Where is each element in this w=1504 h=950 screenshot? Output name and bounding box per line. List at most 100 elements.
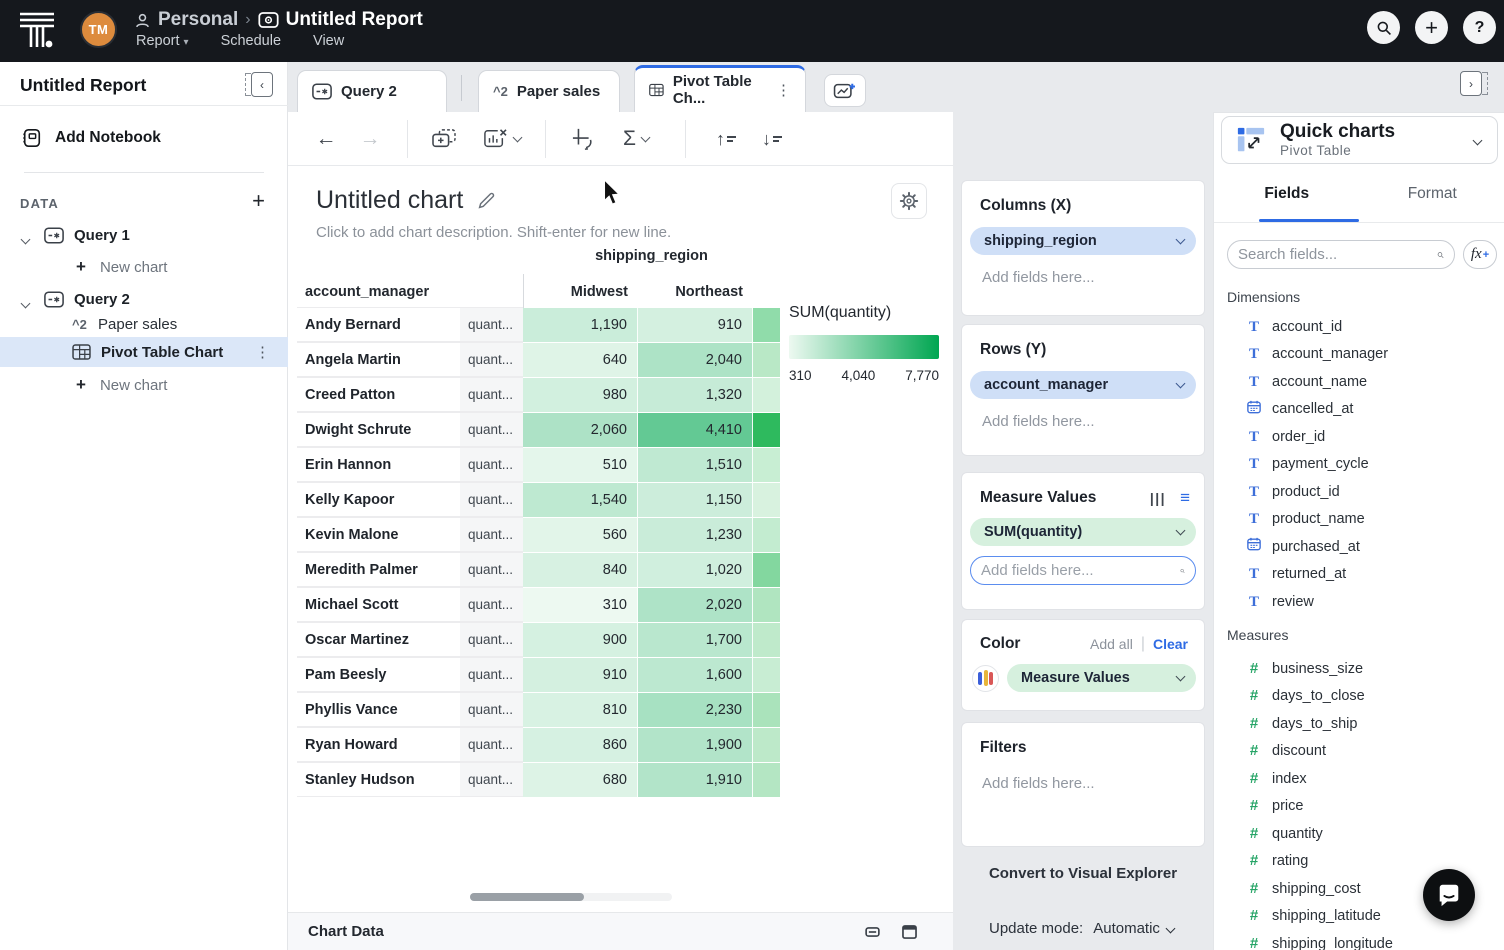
sidebar-item-new-chart[interactable]: + New chart <box>0 370 288 400</box>
heat-cell[interactable]: 840 <box>523 553 638 588</box>
field-item-payment_cycle[interactable]: Tpayment_cycle <box>1214 451 1504 479</box>
field-item-days_to_ship[interactable]: #days_to_ship <box>1214 710 1504 738</box>
measure-label[interactable]: quant... <box>460 482 523 517</box>
sort-ascending-button[interactable]: ↑ <box>704 112 748 166</box>
measure-label[interactable]: quant... <box>460 657 523 692</box>
row-label[interactable]: Creed Patton <box>297 377 460 412</box>
heat-cell-partial[interactable] <box>753 553 780 588</box>
heat-cell[interactable]: 1,900 <box>638 728 753 763</box>
quick-charts-selector[interactable]: Quick charts Pivot Table <box>1221 116 1498 164</box>
columns-pill-shipping-region[interactable]: shipping_region <box>970 227 1196 255</box>
heat-cell-partial[interactable] <box>753 693 780 728</box>
search-button[interactable] <box>1367 11 1400 44</box>
column-header[interactable]: Northeast <box>638 284 743 300</box>
heat-cell[interactable]: 2,230 <box>638 693 753 728</box>
heat-cell[interactable]: 4,410 <box>638 413 753 448</box>
field-item-account_name[interactable]: Taccount_name <box>1214 368 1504 396</box>
row-label[interactable]: Kelly Kapoor <box>297 482 460 517</box>
aggregate-button[interactable]: Σ <box>610 112 662 166</box>
heat-cell[interactable]: 640 <box>523 343 638 378</box>
tab-query-2[interactable]: Query 2 <box>297 70 447 112</box>
edit-pencil-icon[interactable] <box>477 191 496 210</box>
heat-cell-partial[interactable] <box>753 588 780 623</box>
add-button[interactable]: + <box>1415 11 1448 44</box>
add-data-button[interactable]: + <box>252 188 265 214</box>
columns-layout-icon[interactable]: ||| <box>1150 490 1166 506</box>
add-notebook-button[interactable]: Add Notebook <box>22 128 161 148</box>
row-field-header[interactable]: account_manager <box>305 284 429 300</box>
help-button[interactable]: ? <box>1463 11 1496 44</box>
row-label[interactable]: Kevin Malone <box>297 517 460 552</box>
row-label[interactable]: Oscar Martinez <box>297 622 460 657</box>
rows-pill-account-manager[interactable]: account_manager <box>970 371 1196 399</box>
measure-label[interactable]: quant... <box>460 412 523 447</box>
measure-label[interactable]: quant... <box>460 307 523 342</box>
heat-cell[interactable]: 310 <box>523 588 638 623</box>
collapse-sidebar-button[interactable]: ‹ <box>245 72 273 97</box>
heat-cell[interactable]: 910 <box>638 308 753 343</box>
color-clear-button[interactable]: Clear <box>1153 636 1188 652</box>
sidebar-item-pivot-table-chart[interactable]: Pivot Table Chart ⋮ <box>0 337 288 367</box>
heat-cell[interactable]: 910 <box>523 658 638 693</box>
color-pill-measure-values[interactable]: Measure Values <box>1007 664 1196 692</box>
measure-label[interactable]: quant... <box>460 342 523 377</box>
field-item-index[interactable]: #index <box>1214 765 1504 793</box>
maximize-panel-icon[interactable] <box>902 925 917 939</box>
field-item-shipping_longitude[interactable]: #shipping_longitude <box>1214 930 1504 950</box>
menu-schedule[interactable]: Schedule <box>221 33 281 49</box>
color-add-all-button[interactable]: Add all <box>1090 636 1133 652</box>
measure-label[interactable]: quant... <box>460 447 523 482</box>
chart-data-label[interactable]: Chart Data <box>308 923 384 940</box>
heat-cell[interactable]: 560 <box>523 518 638 553</box>
measure-pill-sum-quantity[interactable]: SUM(quantity) <box>970 518 1196 546</box>
minimize-panel-icon[interactable] <box>865 927 880 937</box>
heat-cell[interactable]: 1,540 <box>523 483 638 518</box>
field-item-business_size[interactable]: #business_size <box>1214 655 1504 683</box>
row-label[interactable]: Michael Scott <box>297 587 460 622</box>
avatar[interactable]: TM <box>80 11 117 48</box>
heat-cell[interactable]: 1,700 <box>638 623 753 658</box>
tab-format[interactable]: Format <box>1360 185 1504 217</box>
delete-chart-button[interactable] <box>472 112 530 166</box>
heat-cell-partial[interactable] <box>753 378 780 413</box>
column-field-header[interactable]: shipping_region <box>523 248 780 264</box>
rows-drop-zone[interactable]: Add fields here... <box>982 413 1204 430</box>
heat-cell[interactable]: 980 <box>523 378 638 413</box>
row-label[interactable]: Stanley Hudson <box>297 762 460 797</box>
heat-cell[interactable]: 1,510 <box>638 448 753 483</box>
chart-settings-button[interactable] <box>891 183 927 219</box>
convert-to-visual-explorer-button[interactable]: Convert to Visual Explorer <box>953 865 1213 882</box>
chevron-down-icon[interactable] <box>21 299 31 309</box>
heat-cell[interactable]: 1,020 <box>638 553 753 588</box>
row-label[interactable]: Meredith Palmer <box>297 552 460 587</box>
chart-title[interactable]: Untitled chart <box>316 186 463 215</box>
field-item-quantity[interactable]: #quantity <box>1214 820 1504 848</box>
heat-cell[interactable]: 2,040 <box>638 343 753 378</box>
search-fields-box[interactable] <box>1227 240 1455 269</box>
heat-cell-partial[interactable] <box>753 763 780 798</box>
sidebar-item-new-chart[interactable]: + New chart <box>0 252 288 282</box>
field-item-account_id[interactable]: Taccount_id <box>1214 313 1504 341</box>
search-fields-input[interactable] <box>1238 246 1437 263</box>
heat-cell-partial[interactable] <box>753 308 780 343</box>
row-label[interactable]: Andy Bernard <box>297 307 460 342</box>
field-item-order_id[interactable]: Torder_id <box>1214 423 1504 451</box>
chevron-down-icon[interactable] <box>21 235 31 245</box>
undo-button[interactable]: ← <box>310 112 342 166</box>
heat-cell[interactable]: 860 <box>523 728 638 763</box>
measure-label[interactable]: quant... <box>460 727 523 762</box>
heat-cell[interactable]: 1,600 <box>638 658 753 693</box>
menu-view[interactable]: View <box>313 33 344 49</box>
column-header[interactable]: Midwest <box>523 284 628 300</box>
row-label[interactable]: Ryan Howard <box>297 727 460 762</box>
measure-label[interactable]: quant... <box>460 692 523 727</box>
scrollbar-thumb[interactable] <box>470 893 584 901</box>
row-label[interactable]: Phyllis Vance <box>297 692 460 727</box>
heat-cell-partial[interactable] <box>753 483 780 518</box>
chart-description-placeholder[interactable]: Click to add chart description. Shift-en… <box>316 224 671 241</box>
measure-search-input[interactable] <box>981 562 1180 579</box>
update-mode-select[interactable]: Automatic <box>1093 920 1174 937</box>
add-chart-tab-button[interactable] <box>824 74 866 107</box>
color-palette-icon[interactable] <box>972 665 999 692</box>
sort-descending-button[interactable]: ↓ <box>750 112 794 166</box>
